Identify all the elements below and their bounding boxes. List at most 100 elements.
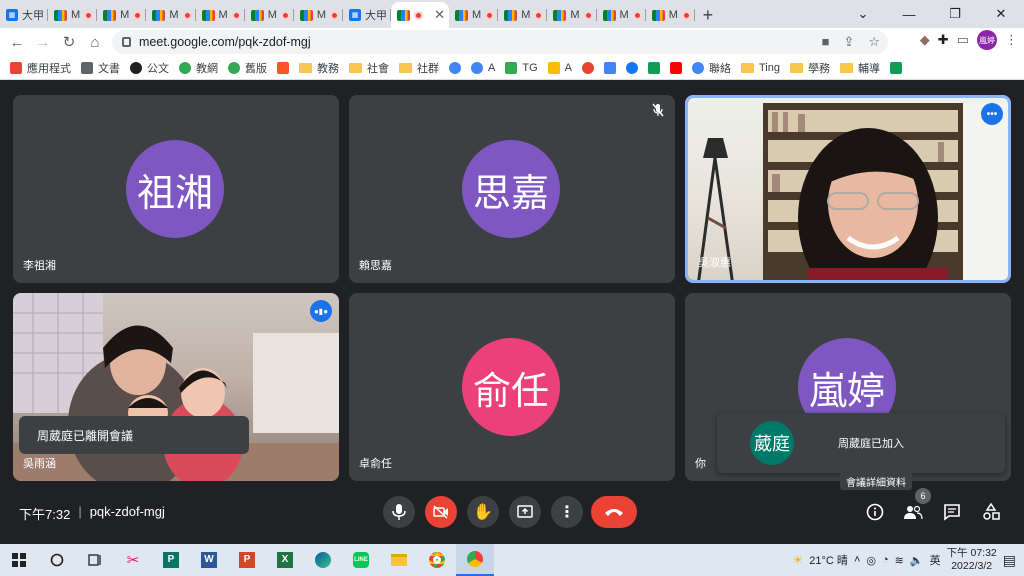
mic-button[interactable] <box>383 496 415 528</box>
bookmark-item[interactable]: TG <box>505 61 538 74</box>
bookmark-item[interactable]: 社會 <box>349 60 389 76</box>
tab-search-icon[interactable]: ⌄ <box>840 2 886 26</box>
bookmark-item[interactable]: 文書 <box>81 60 120 76</box>
bookmark-item[interactable] <box>625 61 638 74</box>
browser-tab[interactable]: M <box>646 2 695 28</box>
ime-indicator[interactable]: 英 <box>930 552 941 568</box>
bookmark-item[interactable]: 應用程式 <box>10 60 71 76</box>
cast-icon[interactable]: ▭ <box>957 32 969 48</box>
browser-tab[interactable]: M <box>196 2 245 28</box>
bookmark-item[interactable]: 教務 <box>299 60 339 76</box>
more-options-button[interactable]: ⋮ <box>551 496 583 528</box>
bookmark-item[interactable] <box>449 61 461 74</box>
browser-tab[interactable]: M <box>294 2 344 28</box>
people-button[interactable]: 6 <box>897 488 931 528</box>
bookmark-star-icon[interactable]: ☆ <box>868 34 880 50</box>
participant-tile-video[interactable]: ••• 吳淑惠 <box>685 95 1011 283</box>
snipping-tool-icon[interactable]: ✂ <box>114 544 152 576</box>
participant-tile[interactable]: 俞任 卓俞任 <box>349 293 675 481</box>
bookmark-item[interactable]: Ting <box>740 62 780 74</box>
profile-avatar[interactable]: 嵐婷 <box>977 30 997 50</box>
close-window-icon[interactable]: ✕ <box>978 2 1024 26</box>
bookmark-item[interactable] <box>277 61 289 74</box>
network-icon[interactable]: ◔ <box>882 554 889 566</box>
present-button[interactable] <box>509 496 541 528</box>
system-clock[interactable]: 下午 07:32 2022/3/2 <box>947 547 997 573</box>
wifi-icon[interactable]: ≋ <box>895 554 904 567</box>
joined-toast: 葳庭 周葳庭已加入 <box>717 413 1005 473</box>
word-icon[interactable]: W <box>190 544 228 576</box>
windows-start-icon[interactable] <box>0 544 38 576</box>
bookmark-item[interactable]: 公文 <box>130 60 169 76</box>
bookmark-item[interactable]: 聯絡 <box>691 60 731 76</box>
bookmark-item[interactable]: 舊版 <box>228 60 267 76</box>
chrome-taskbar-icon[interactable] <box>418 544 456 576</box>
line-icon[interactable]: LINE <box>342 544 380 576</box>
volume-icon[interactable]: 🔈 <box>910 554 924 567</box>
bookmark-item[interactable] <box>889 61 902 74</box>
forward-icon[interactable]: → <box>30 29 56 55</box>
browser-tab[interactable]: ▦ 大甲 <box>343 2 392 28</box>
notification-center-icon[interactable]: ▤ <box>1003 552 1016 569</box>
minimize-icon[interactable]: — <box>886 2 932 26</box>
bookmark-item[interactable]: A <box>471 61 495 74</box>
tile-more-options-icon[interactable]: ••• <box>981 103 1003 125</box>
browser-tab[interactable]: ✕ <box>391 2 450 28</box>
bookmark-item[interactable]: A <box>547 61 572 74</box>
meet-tray-icon[interactable]: ◎ <box>866 554 876 567</box>
raise-hand-button[interactable]: ✋ <box>467 496 499 528</box>
browser-tab[interactable]: M <box>245 2 294 28</box>
publisher-icon[interactable]: P <box>152 544 190 576</box>
bookmark-item[interactable]: 輔導 <box>839 60 880 76</box>
browser-tab[interactable]: M <box>449 2 499 28</box>
leave-call-button[interactable] <box>591 496 637 528</box>
file-explorer-icon[interactable] <box>380 544 418 576</box>
photos-icon <box>581 61 594 74</box>
browser-tab[interactable]: M <box>97 2 147 28</box>
bookmark-item[interactable] <box>603 61 616 74</box>
restore-icon[interactable]: ❐ <box>932 2 978 26</box>
people-count-badge: 6 <box>915 488 931 504</box>
participant-tile[interactable]: 思嘉 賴思嘉 <box>349 95 675 283</box>
extension-owl-icon[interactable]: ◆ <box>920 32 930 48</box>
meet-favicon-icon <box>504 9 518 21</box>
excel-icon[interactable]: X <box>266 544 304 576</box>
participant-tile-video[interactable]: ●▮● 周葳庭已離開會議 吳雨涵 <box>13 293 339 481</box>
browser-tab[interactable]: M <box>498 2 548 28</box>
edge-icon[interactable] <box>304 544 342 576</box>
browser-tab[interactable]: M <box>547 2 597 28</box>
show-hidden-icons-icon[interactable]: ˄ <box>854 554 860 566</box>
camera-permission-icon[interactable]: ■ <box>822 34 830 50</box>
bookmark-item[interactable]: 教網 <box>179 60 218 76</box>
reload-icon[interactable]: ↻ <box>56 29 82 55</box>
bookmark-item[interactable]: 學務 <box>789 60 830 76</box>
bookmark-item[interactable]: 社群 <box>399 60 439 76</box>
browser-tab[interactable]: M <box>48 2 98 28</box>
chrome-profile-taskbar-icon[interactable] <box>456 544 494 576</box>
powerpoint-icon[interactable]: P <box>228 544 266 576</box>
meet-favicon-icon <box>103 9 117 21</box>
browser-tab[interactable]: M <box>597 2 646 28</box>
cortana-icon[interactable] <box>38 544 76 576</box>
task-view-icon[interactable] <box>76 544 114 576</box>
chrome-menu-icon[interactable]: ⋮ <box>1005 32 1018 48</box>
close-tab-icon[interactable]: ✕ <box>434 7 445 23</box>
back-icon[interactable]: ← <box>4 29 30 55</box>
camera-off-button[interactable] <box>425 496 457 528</box>
activities-button[interactable] <box>975 496 1007 528</box>
weather-text[interactable]: 21°C 晴 <box>809 552 848 568</box>
address-bar[interactable]: meet.google.com/pqk-zdof-mgj ■ ⇪ ☆ <box>112 30 888 54</box>
google-icon <box>471 61 483 74</box>
new-tab-icon[interactable]: + <box>695 2 721 28</box>
share-icon[interactable]: ⇪ <box>843 34 854 50</box>
bookmark-item[interactable] <box>669 61 682 74</box>
bookmark-item[interactable] <box>581 61 594 74</box>
chat-button[interactable] <box>936 496 968 528</box>
meeting-details-button[interactable] <box>859 496 891 528</box>
home-icon[interactable]: ⌂ <box>82 29 108 55</box>
browser-tab[interactable]: ▦ 大甲 <box>0 2 48 28</box>
browser-tab[interactable]: M <box>146 2 196 28</box>
participant-tile[interactable]: 祖湘 李祖湘 <box>13 95 339 283</box>
extensions-puzzle-icon[interactable]: ✚ <box>938 32 949 48</box>
bookmark-item[interactable] <box>647 61 660 74</box>
